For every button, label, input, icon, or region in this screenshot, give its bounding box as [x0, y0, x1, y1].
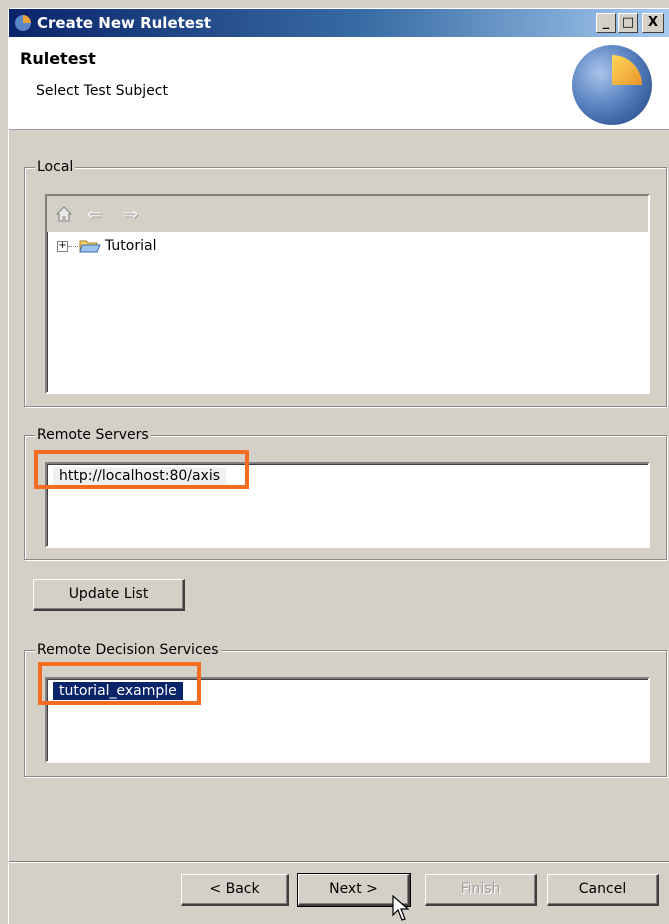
wizard-header: Ruletest Select Test Subject [9, 37, 669, 130]
back-button[interactable]: < Back [181, 874, 289, 906]
decision-service-highlight-box [38, 662, 201, 705]
maximize-button[interactable]: □ [618, 13, 638, 33]
footer-separator [9, 861, 669, 863]
cancel-button-label: Cancel [578, 881, 627, 897]
back-arrow-icon[interactable]: ⇐ [87, 204, 102, 225]
local-navigation-bar: ⇐ ⇒ [47, 196, 648, 232]
local-group-label: Local [35, 159, 76, 175]
remote-servers-label: Remote Servers [35, 427, 151, 443]
next-button-label: Next > [329, 881, 378, 897]
title-bar[interactable]: Create New Ruletest _ □ X [9, 9, 669, 37]
logo-wedge [612, 55, 642, 85]
tree-expander-icon[interactable]: + [57, 241, 68, 252]
update-list-label: Update List [68, 586, 149, 602]
tree-item-label: Tutorial [105, 238, 157, 254]
wizard-logo-icon [572, 45, 652, 125]
close-button[interactable]: X [642, 13, 664, 33]
page-subtitle: Select Test Subject [36, 83, 168, 99]
finish-button[interactable]: Finish [425, 874, 537, 906]
finish-button-label: Finish [460, 881, 501, 897]
home-icon[interactable] [55, 205, 73, 223]
page-title: Ruletest [20, 49, 96, 68]
app-logo-icon [15, 15, 31, 31]
local-tree-panel[interactable]: ⇐ ⇒ + Tutorial [45, 194, 650, 394]
open-folder-icon [79, 240, 101, 253]
local-group: Local ⇐ ⇒ + Tutorial [24, 159, 667, 407]
minimize-button[interactable]: _ [596, 13, 616, 33]
mouse-cursor-icon [392, 895, 410, 921]
forward-arrow-icon[interactable]: ⇒ [123, 204, 138, 225]
remote-decision-services-label: Remote Decision Services [35, 642, 221, 658]
back-button-label: < Back [209, 881, 260, 897]
server-highlight-box [34, 450, 249, 489]
update-list-button[interactable]: Update List [33, 579, 185, 611]
cancel-button[interactable]: Cancel [547, 874, 659, 906]
window-title: Create New Ruletest [37, 14, 212, 32]
tree-connector [68, 246, 78, 247]
